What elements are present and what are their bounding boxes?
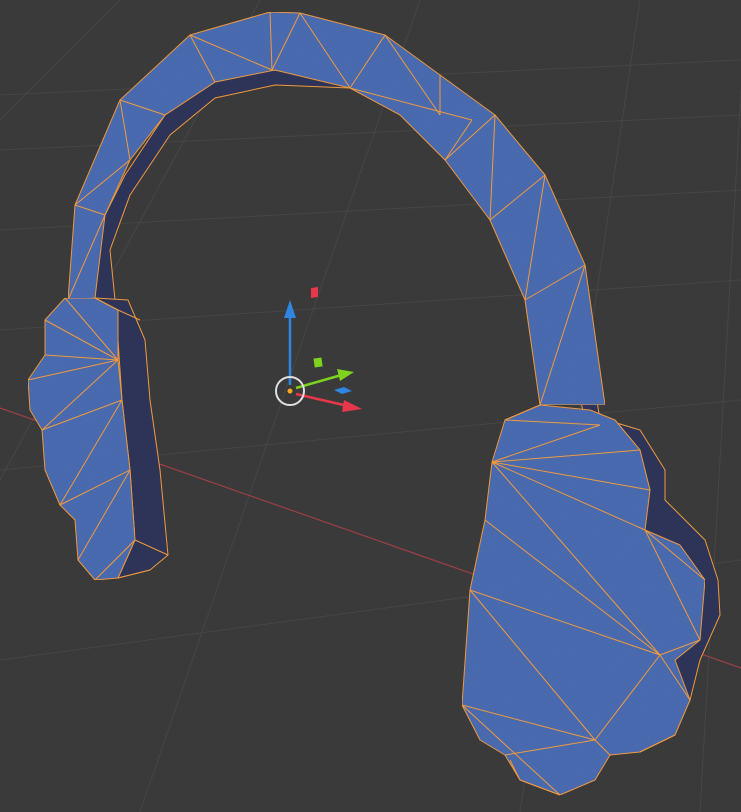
right-earcup[interactable] (461, 404, 721, 796)
xy-plane-handle[interactable] (334, 387, 352, 394)
yz-plane-handle[interactable] (313, 357, 323, 368)
viewport-canvas[interactable] (0, 0, 741, 812)
xz-plane-handle[interactable] (311, 286, 318, 299)
3d-viewport[interactable] (0, 0, 741, 812)
left-earcup[interactable] (27, 297, 169, 581)
transform-gizmo[interactable] (275, 286, 362, 412)
z-axis-arrowhead[interactable] (284, 300, 296, 318)
headband[interactable] (67, 11, 606, 421)
y-axis-arrowhead[interactable] (337, 369, 354, 381)
x-axis-arrowhead[interactable] (342, 400, 362, 412)
